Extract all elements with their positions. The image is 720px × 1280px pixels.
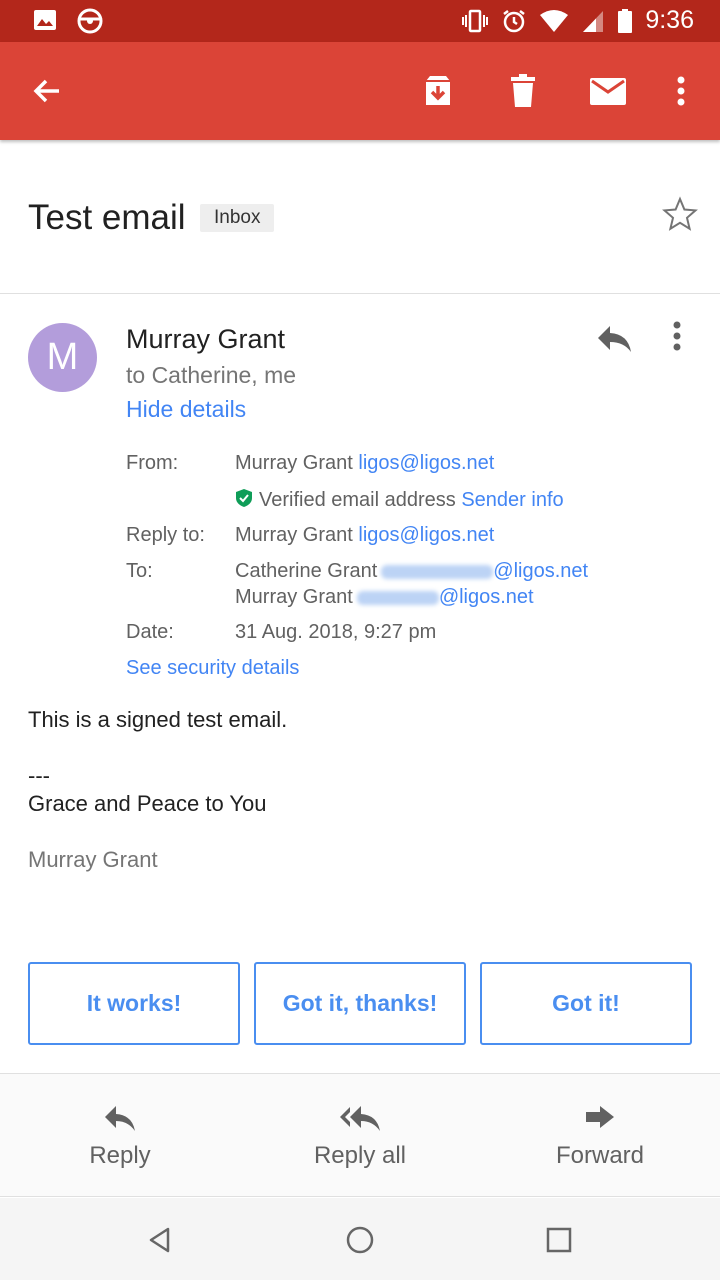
more-vert-icon [673,321,681,351]
delete-button[interactable] [500,68,546,114]
hide-details-link[interactable]: Hide details [126,396,246,423]
back-button[interactable] [24,68,70,114]
email-subject: Test email [28,198,186,237]
reply-all-label: Reply all [313,1142,407,1169]
back-arrow-icon [33,79,59,103]
reply-all-button[interactable]: Reply all [240,1074,480,1198]
signal-icon [583,10,604,32]
signature-name: Murray Grant [28,847,158,872]
steering-notification-icon [77,8,103,34]
date-label: Date: [126,621,174,643]
forward-icon [586,1106,614,1128]
body-line: This is a signed test email. [28,707,288,732]
subject-row: Test email Inbox [0,140,720,294]
archive-icon [426,76,450,105]
mark-unread-button[interactable] [585,68,631,114]
redacted-email-part [381,564,494,579]
star-icon [662,196,698,231]
delete-icon [511,74,535,107]
wifi-icon [540,9,569,32]
reply-to-label: Reply to: [126,524,205,546]
sender-info-link[interactable]: Sender info [461,489,563,511]
security-details-link[interactable]: See security details [126,657,299,679]
to-recipient-name: Catherine Grant [235,560,378,582]
sender-name: Murray Grant [126,324,286,354]
action-bar: Reply Reply all Forward [0,1073,720,1197]
header-reply-button[interactable] [594,318,638,362]
smart-reply-button[interactable]: Got it, thanks! [254,962,466,1045]
smart-reply-button[interactable]: Got it! [480,962,692,1045]
alarm-icon [503,9,526,32]
verified-text: Verified email address [259,489,456,511]
nav-back-button[interactable] [140,1220,180,1260]
system-nav-bar [0,1198,720,1280]
reply-icon [598,326,631,352]
nav-recents-button[interactable] [539,1220,579,1260]
status-bar: 9:36 [0,0,720,42]
to-recipient-email-link[interactable]: @ligos.net [439,586,534,608]
forward-button[interactable]: Forward [480,1074,720,1198]
smart-reply-button[interactable]: It works! [28,962,240,1045]
reply-label: Reply [89,1142,151,1169]
reply-icon [105,1106,135,1131]
from-email-link[interactable]: ligos@ligos.net [358,452,494,474]
to-recipient-name: Murray Grant [235,586,353,608]
from-label: From: [126,452,179,474]
star-button[interactable] [662,196,698,237]
avatar[interactable]: M [28,323,97,392]
reply-all-icon [340,1106,380,1131]
toolbar [0,42,720,140]
nav-recents-icon [546,1227,572,1253]
security-row: See security details [126,657,299,680]
nav-back-icon [149,1227,170,1253]
reply-to-name: Murray Grant [235,524,353,546]
nav-home-icon [346,1226,374,1254]
archive-button[interactable] [415,68,461,114]
vibrate-icon [462,9,489,32]
body-line: Grace and Peace to You [28,791,267,816]
label-chip[interactable]: Inbox [200,204,275,232]
gallery-notification-icon [34,10,56,30]
to-label: To: [126,560,153,582]
from-name: Murray Grant [235,452,353,474]
recipients-summary: to Catherine, me [126,362,297,388]
status-time: 9:36 [645,6,694,34]
nav-home-button[interactable] [340,1220,380,1260]
forward-label: Forward [555,1142,645,1169]
more-options-button[interactable] [658,68,704,114]
date-value: 31 Aug. 2018, 9:27 pm [235,621,437,643]
mark-unread-icon [590,78,626,105]
verified-shield-icon [236,489,252,507]
redacted-email-part [356,590,439,605]
battery-icon [618,8,633,33]
reply-to-email-link[interactable]: ligos@ligos.net [358,524,494,546]
signature-separator: --- [28,763,50,788]
reply-button[interactable]: Reply [0,1074,240,1198]
to-recipient-email-link[interactable]: @ligos.net [493,560,588,582]
header-more-button[interactable] [670,318,700,362]
more-vert-icon [677,76,685,106]
